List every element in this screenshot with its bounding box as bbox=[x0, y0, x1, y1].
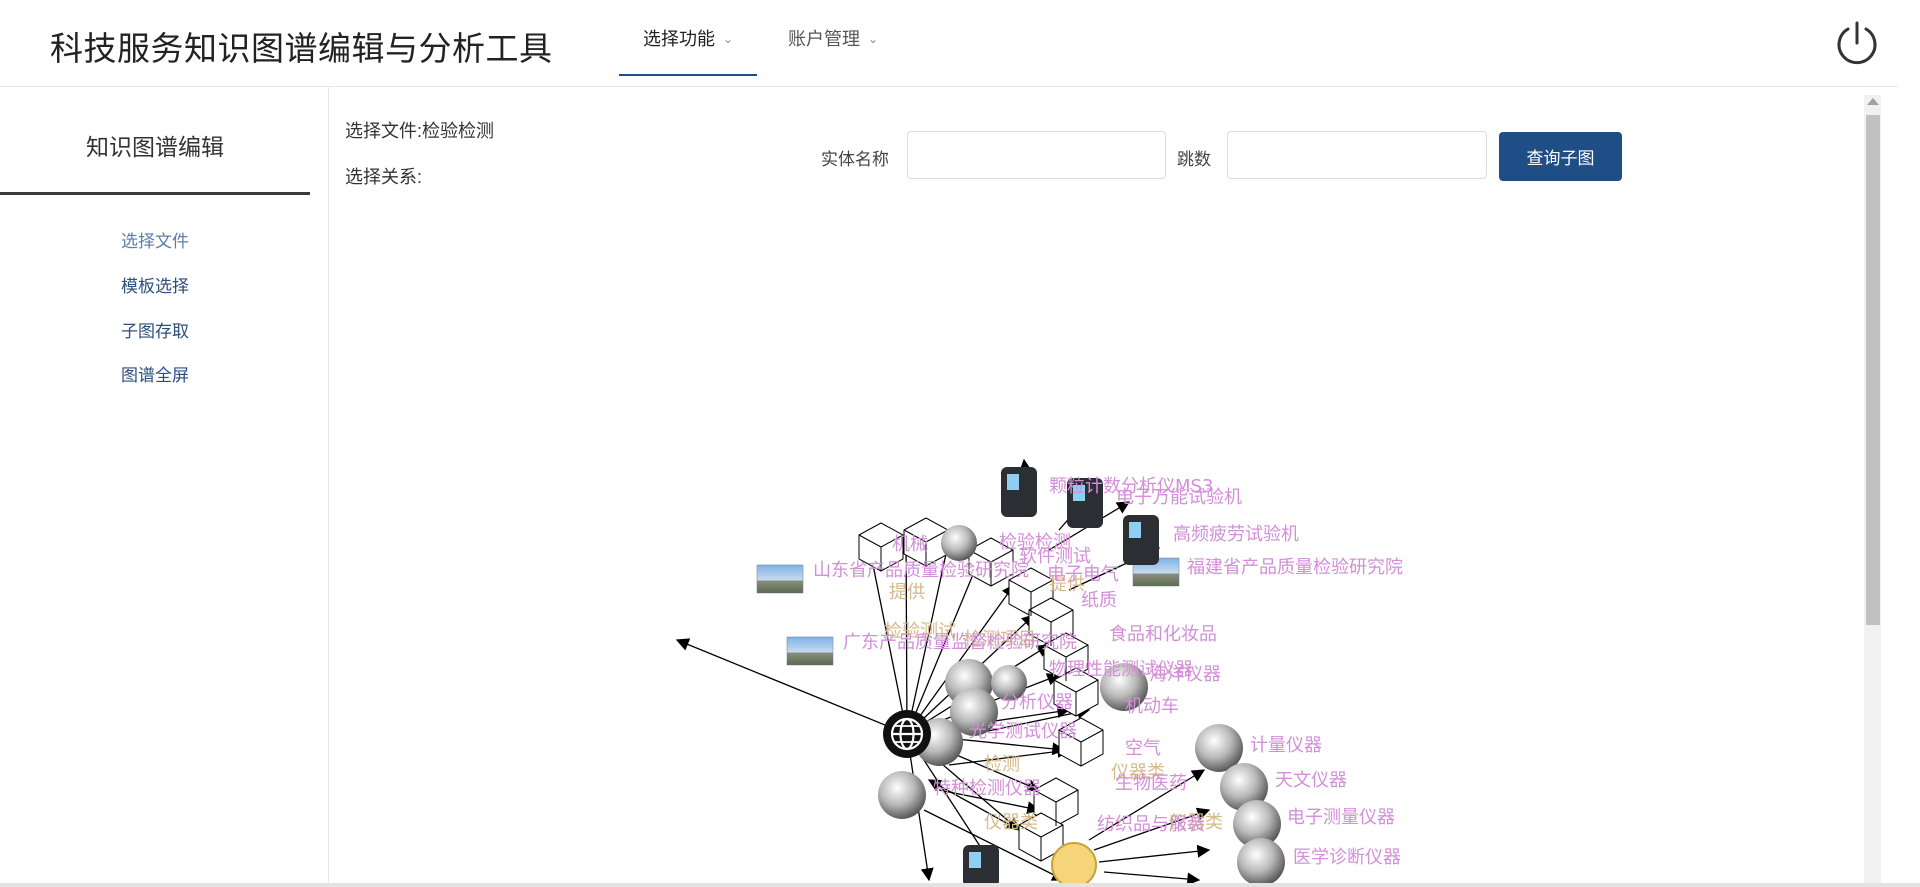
node-label: 山东省产品质量检验研究院 bbox=[813, 560, 1029, 581]
node-label: 生物医药 bbox=[1115, 773, 1187, 794]
entity-name-label: 实体名称 bbox=[821, 150, 889, 169]
relation-label: 仪器类 bbox=[984, 812, 1038, 833]
nav-account-management-label: 账户管理 bbox=[788, 29, 860, 49]
sidebar-item-subgraph-storage[interactable]: 子图存取 bbox=[0, 317, 310, 342]
nav-select-function[interactable]: 选择功能 ⌄ bbox=[619, 0, 758, 76]
node-label: 机动车 bbox=[1125, 696, 1179, 717]
node-label: 电子电气 bbox=[1047, 564, 1119, 585]
sidebar-item-select-file[interactable]: 选择文件 bbox=[0, 227, 310, 252]
sidebar: 知识图谱编辑 选择文件 模板选择 子图存取 图谱全屏 bbox=[0, 87, 329, 887]
sidebar-item-template-select[interactable]: 模板选择 bbox=[0, 272, 310, 297]
nav-account-management[interactable]: 账户管理 ⌄ bbox=[764, 0, 902, 74]
knowledge-graph-canvas[interactable]: 提供 提供 检验测试 检测项目 仪器类 仪器类 仪器类 检测 颗粒计数分析仪MS… bbox=[329, 190, 1859, 887]
node-label: 电子测量仪器 bbox=[1287, 807, 1395, 828]
node-label: 空气 bbox=[1125, 738, 1161, 759]
sidebar-title: 知识图谱编辑 bbox=[0, 87, 310, 195]
app-title: 科技服务知识图谱编辑与分析工具 bbox=[50, 29, 553, 68]
entity-name-input[interactable] bbox=[907, 131, 1166, 179]
lightbulb-icon bbox=[1051, 842, 1097, 887]
selected-file-label: 选择文件:检验检测 bbox=[345, 121, 495, 141]
hops-label: 跳数 bbox=[1177, 150, 1211, 169]
chevron-down-icon: ⌄ bbox=[723, 32, 734, 46]
bottom-border bbox=[0, 883, 1920, 887]
node-label: 光学测试仪器 bbox=[969, 721, 1077, 742]
node-label: 纺织品与服装 bbox=[1097, 814, 1205, 835]
node-label: 电子万能试验机 bbox=[1116, 487, 1242, 508]
node-label: 食品和化妆品 bbox=[1109, 624, 1217, 645]
node-label: 医学诊断仪器 bbox=[1293, 847, 1401, 868]
chevron-down-icon: ⌄ bbox=[868, 32, 879, 46]
node-label: 广东产品质量监督检验研究院 bbox=[843, 632, 1077, 653]
node-label: 纸质 bbox=[1081, 590, 1117, 611]
relation-label: 提供 bbox=[889, 582, 925, 603]
query-subgraph-button[interactable]: 查询子图 bbox=[1499, 132, 1622, 181]
node-label: 机械 bbox=[892, 534, 928, 555]
scrollbar-thumb[interactable] bbox=[1866, 115, 1880, 625]
power-icon[interactable] bbox=[1834, 20, 1880, 66]
selected-relation-label: 选择关系: bbox=[345, 167, 423, 187]
hops-input[interactable] bbox=[1227, 131, 1487, 179]
node-label: 福建省产品质量检验研究院 bbox=[1187, 557, 1403, 578]
relation-label: 检测 bbox=[984, 754, 1020, 775]
globe-icon[interactable] bbox=[883, 710, 931, 758]
node-label: 分析仪器 bbox=[1001, 692, 1073, 713]
node-label: 海洋仪器 bbox=[1149, 664, 1221, 685]
node-label: 特种检测仪器 bbox=[933, 778, 1041, 799]
node-label: 天文仪器 bbox=[1275, 770, 1347, 791]
scroll-up-arrow-icon[interactable] bbox=[1867, 98, 1879, 105]
app-header: 科技服务知识图谱编辑与分析工具 选择功能 ⌄ 账户管理 ⌄ bbox=[0, 0, 1898, 87]
node-label: 计量仪器 bbox=[1250, 735, 1322, 756]
node-label: 高频疲劳试验机 bbox=[1173, 524, 1299, 545]
nav-select-function-label: 选择功能 bbox=[643, 29, 715, 49]
sidebar-item-graph-fullscreen[interactable]: 图谱全屏 bbox=[0, 361, 310, 386]
